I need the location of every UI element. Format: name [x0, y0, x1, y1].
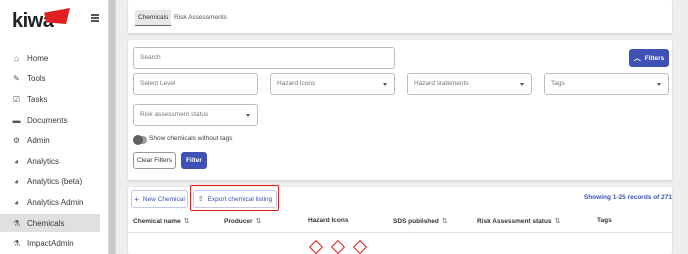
folder-icon: ▬: [12, 115, 21, 125]
upload-icon: ⇧: [197, 196, 204, 203]
hazard-statements-label: Hazard statements: [414, 80, 469, 87]
hazard-statements-dropdown[interactable]: Hazard statements: [407, 73, 532, 95]
column-label: Chemical name: [133, 218, 181, 225]
tab-chemicals[interactable]: Chemicals: [135, 10, 172, 26]
sort-icon: ⇅: [554, 218, 561, 225]
hazard-pictogram-icon: [308, 239, 324, 254]
pie-chart-icon: ◕: [14, 156, 19, 166]
column-header-producer[interactable]: Producer ⇅: [224, 217, 261, 225]
column-label: Hazard Icons: [308, 217, 349, 224]
sidebar-item-impactadmin[interactable]: ⚗ ImpactAdmin: [0, 234, 100, 252]
pie-chart-icon: ◕: [14, 197, 19, 207]
export-label: Export chemical listing: [207, 195, 273, 203]
sort-icon: ⇅: [441, 218, 448, 225]
sidebar-item-label: Analytics Admin: [27, 197, 84, 207]
scrollbar-thumb[interactable]: [109, 0, 115, 254]
sidebar-item-label: Analytics: [27, 156, 60, 166]
toggle-label: Show chemicals without tags: [149, 135, 233, 142]
risk-assessment-status-dropdown[interactable]: Risk assessment status: [133, 104, 258, 126]
checkbox-icon: ☑: [12, 94, 21, 104]
sidebar-item-label: Tools: [27, 73, 46, 83]
dropdown-arrow-icon: [520, 83, 524, 86]
flask-icon: ⚗: [12, 238, 21, 248]
sidebar-item-label: Admin: [27, 135, 50, 145]
sidebar-item-label: ImpactAdmin: [27, 238, 74, 248]
column-label: Tags: [597, 217, 612, 224]
sort-icon: ⇅: [183, 218, 190, 225]
filters-button-label: Filters: [644, 54, 665, 62]
pie-chart-icon: ◕: [14, 176, 19, 186]
search-input[interactable]: Search: [133, 47, 395, 69]
chevron-up-icon: ︿: [633, 55, 641, 62]
column-header-risk-status[interactable]: Risk Assessment status ⇅: [477, 217, 560, 225]
hazard-pictogram-icon: [330, 239, 346, 254]
sidebar-item-label: Tasks: [27, 94, 48, 104]
plus-icon: +: [134, 194, 139, 204]
sidebar-item-chemicals[interactable]: ⚗ Chemicals: [0, 214, 100, 232]
filters-button[interactable]: ︿ Filters: [629, 49, 669, 67]
tags-label: Tags: [551, 80, 565, 87]
edit-icon: ✎: [13, 73, 20, 83]
column-label: Risk Assessment status: [477, 218, 552, 225]
hazard-icons-label: Hazard Icons: [277, 80, 316, 87]
toggle-knob: [133, 135, 143, 145]
new-chemical-label: New Chemical: [142, 195, 185, 203]
hamburger-menu-icon[interactable]: [91, 14, 99, 22]
select-level-dropdown[interactable]: Select Level: [133, 73, 258, 95]
sidebar-item-home[interactable]: ⌂ Home: [0, 49, 100, 67]
dropdown-arrow-icon: [383, 83, 387, 86]
filter-panel: Search ︿ Filters Select Level Hazard Ico…: [128, 40, 672, 180]
dropdown-arrow-icon: [246, 114, 250, 117]
sidebar-item-analytics-beta[interactable]: ◕ Analytics (beta): [0, 172, 100, 190]
tabs-card: Chemicals Risk Assessments: [128, 0, 672, 33]
column-label: SDS published: [393, 218, 439, 225]
clear-filters-button[interactable]: Clear Filters: [133, 152, 176, 169]
tab-risk-assessments[interactable]: Risk Assessments: [171, 10, 230, 26]
risk-status-label: Risk assessment status: [140, 111, 209, 118]
sidebar-item-label: Documents: [27, 115, 68, 125]
hazard-icons-dropdown[interactable]: Hazard Icons: [270, 73, 395, 95]
sidebar-item-admin[interactable]: ⚙ Admin: [0, 131, 100, 149]
sidebar-item-label: Home: [27, 53, 49, 63]
cogs-icon: ⚙: [12, 135, 21, 145]
dropdown-arrow-icon: [657, 83, 661, 86]
sidebar-item-analytics[interactable]: ◕ Analytics: [0, 152, 100, 170]
chemicals-table-card: + New Chemical ⇧ Export chemical listing…: [128, 185, 672, 254]
sidebar: kiwa ⌂ Home ✎ Tools ☑ Tasks ▬ Documents …: [0, 0, 108, 254]
export-chemical-listing-button[interactable]: ⇧ Export chemical listing: [193, 190, 277, 208]
sort-icon: ⇅: [255, 218, 262, 225]
kiwa-logo[interactable]: kiwa: [12, 8, 70, 32]
sidebar-item-analytics-admin[interactable]: ◕ Analytics Admin: [0, 193, 100, 211]
filter-button[interactable]: Filter: [181, 152, 207, 169]
sidebar-item-tools[interactable]: ✎ Tools: [0, 69, 100, 87]
column-header-sds-published[interactable]: SDS published ⇅: [393, 217, 448, 225]
column-label: Producer: [224, 218, 253, 225]
new-chemical-button[interactable]: + New Chemical: [131, 190, 188, 208]
home-icon: ⌂: [14, 53, 19, 63]
flask-icon: ⚗: [12, 218, 21, 228]
column-header-hazard-icons: Hazard Icons: [308, 217, 348, 224]
sidebar-item-documents[interactable]: ▬ Documents: [0, 111, 100, 129]
hazard-pictogram-icon: [352, 239, 368, 254]
tags-dropdown[interactable]: Tags: [544, 73, 669, 95]
show-without-tags-toggle[interactable]: [133, 135, 147, 145]
records-count: Showing 1-25 records of 271: [583, 194, 672, 201]
sidebar-item-label: Chemicals: [27, 218, 65, 228]
header-divider: [128, 232, 672, 233]
sidebar-item-tasks[interactable]: ☑ Tasks: [0, 90, 100, 108]
column-header-tags: Tags: [597, 217, 612, 224]
column-header-chemical-name[interactable]: Chemical name ⇅: [133, 217, 190, 225]
sidebar-item-label: Analytics (beta): [27, 176, 83, 186]
